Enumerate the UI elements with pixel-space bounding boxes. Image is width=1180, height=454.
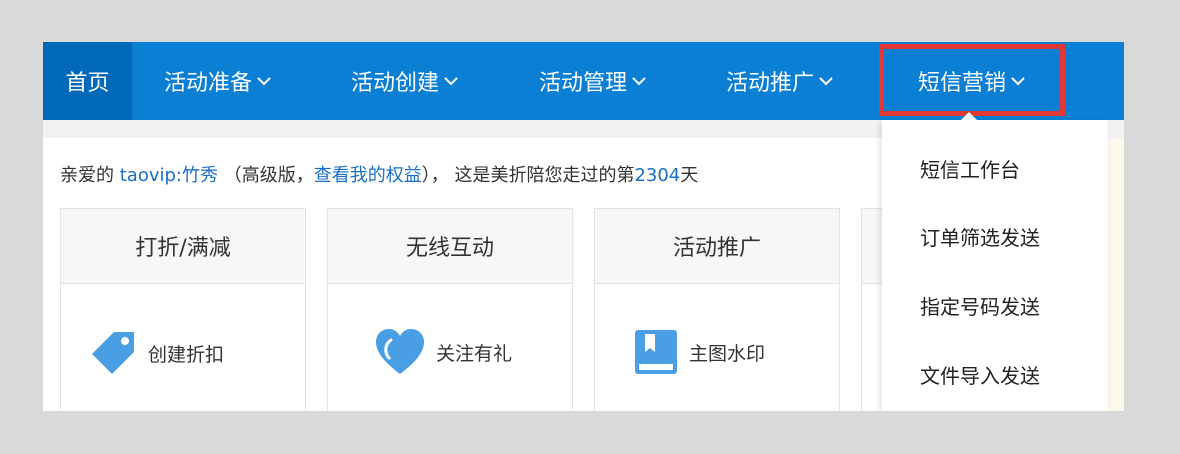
app-window: 首页 活动准备 活动创建 活动管理 活动推广 短信营销 亲爱的 taovip:竹… [43,42,1124,411]
chevron-down-icon [443,76,459,86]
days-count: 2304 [634,165,681,186]
nav-activity-prep[interactable]: 活动准备 [148,42,288,120]
chevron-down-icon [631,76,647,86]
menu-item-specified-number-send[interactable]: 指定号码发送 [920,291,1040,320]
chevron-down-icon [1010,76,1026,86]
card-discount: 打折/满减 创建折扣 [60,208,306,411]
nav-activity-promote[interactable]: 活动推广 [710,42,850,120]
sms-dropdown-menu: 短信工作台 订单筛选发送 指定号码发送 文件导入发送 [882,120,1108,411]
greeting-line: 亲爱的 taovip:竹秀 （高级版，查看我的权益）， 这是美折陪您走过的第23… [60,161,698,187]
card-body: 主图水印 [595,284,839,411]
card-title: 活动推广 [595,209,839,284]
username-link[interactable]: taovip:竹秀 [120,165,218,186]
card-action-label: 主图水印 [689,342,766,365]
menu-item-sms-workbench[interactable]: 短信工作台 [920,154,1020,183]
greeting-suffix: ）， 这是美折陪您走过的第 [421,165,635,186]
nav-sms-marketing[interactable]: 短信营销 [897,42,1047,120]
main-image-watermark-button[interactable]: 主图水印 [633,328,765,376]
nav-home-label: 首页 [65,71,110,96]
card-action-label: 关注有礼 [436,342,513,365]
chevron-down-icon [256,76,272,86]
view-rights-link[interactable]: 查看我的权益 [314,165,422,186]
heart-icon [376,329,424,374]
greeting-middle: （高级版， [217,165,314,186]
chevron-down-icon [818,76,834,86]
nav-label: 活动准备 [163,71,252,96]
top-navigation-bar: 首页 活动准备 活动创建 活动管理 活动推广 短信营销 [43,42,1124,120]
card-title: 打折/满减 [61,209,305,284]
nav-label: 活动管理 [538,71,627,96]
card-mobile-interaction: 无线互动 关注有礼 [327,208,573,411]
greeting-prefix: 亲爱的 [60,165,120,186]
card-activity-promote: 活动推广 主图水印 [594,208,840,411]
card-body: 关注有礼 [328,284,572,411]
card-title: 无线互动 [328,209,572,284]
create-discount-button[interactable]: 创建折扣 [88,328,224,378]
nav-label: 短信营销 [917,71,1006,96]
follow-gift-button[interactable]: 关注有礼 [374,328,512,376]
right-panel-edge [1108,138,1124,411]
nav-activity-create[interactable]: 活动创建 [335,42,475,120]
nav-label: 活动创建 [350,71,439,96]
nav-label: 活动推广 [725,71,814,96]
nav-activity-manage[interactable]: 活动管理 [523,42,663,120]
day-unit: 天 [680,165,699,186]
menu-item-order-filter-send[interactable]: 订单筛选发送 [920,222,1040,251]
bookmark-book-icon [635,330,677,374]
tag-icon [92,332,134,374]
card-action-label: 创建折扣 [148,343,225,366]
card-body: 创建折扣 [61,284,305,411]
nav-home[interactable]: 首页 [43,42,132,120]
menu-item-file-import-send[interactable]: 文件导入发送 [920,360,1040,389]
